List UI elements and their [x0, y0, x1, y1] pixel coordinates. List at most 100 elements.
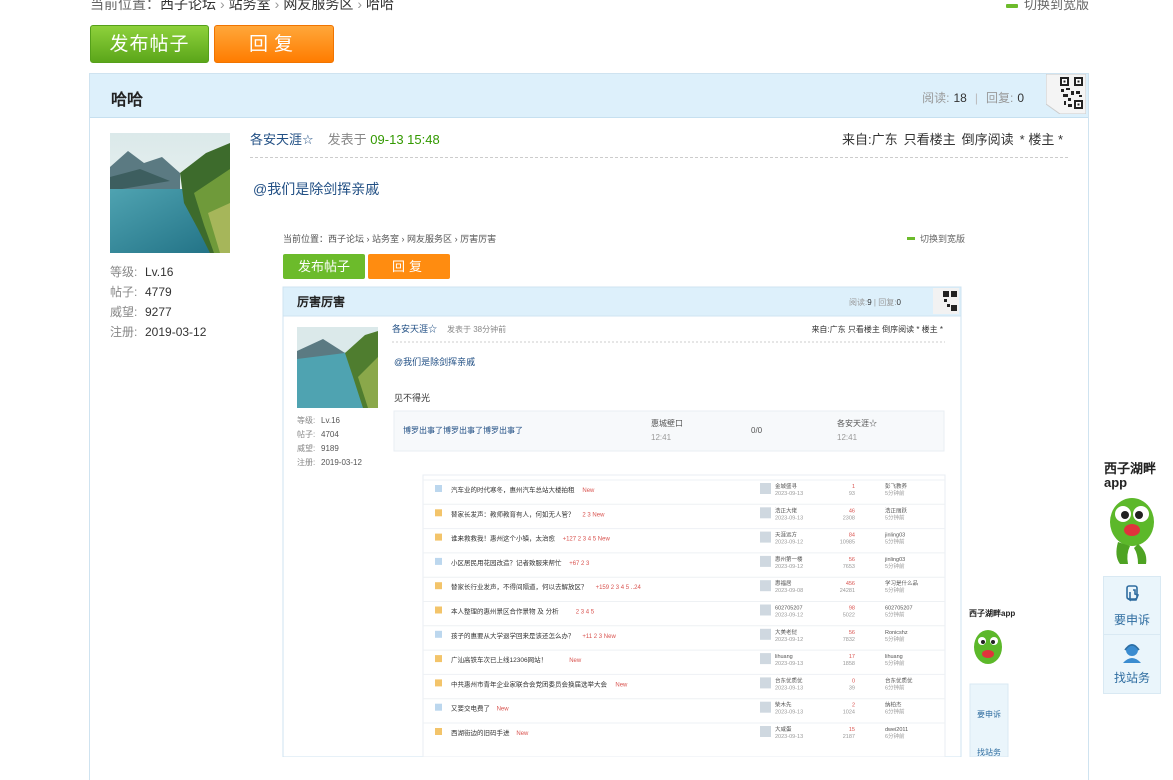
- list-row-views: 7832: [843, 637, 855, 643]
- list-row-title: 西湖街边的旧码手进: [451, 728, 510, 737]
- list-row-date: 2023-09-13: [775, 515, 803, 521]
- list-row-meta: New: [582, 488, 595, 494]
- list-row-replies: 456: [846, 581, 855, 587]
- list-row-date: 2023-09-12: [775, 540, 803, 546]
- prestige-label: 威望:: [110, 305, 138, 319]
- list-row-avatar: [760, 653, 771, 665]
- embedded-quote-author: 惠城壁口: [651, 418, 683, 428]
- post-author-link[interactable]: 各安天涯☆: [250, 132, 314, 147]
- breadcrumb-item-forum[interactable]: 西子论坛: [160, 0, 216, 12]
- post-options: 来自:广东 只看楼主 倒序阅读 * 楼主 *: [836, 129, 1063, 148]
- folder-icon: [435, 655, 442, 663]
- embedded-reply-button: 回复: [392, 259, 426, 274]
- list-row-title: 广汕高铁车次已上线12306网站！: [451, 655, 547, 664]
- prestige-value: 9277: [145, 305, 172, 319]
- embedded-breadcrumb: 当前位置：西子论坛 › 站务室 › 网友服务区 › 厉害厉害: [283, 233, 496, 244]
- list-row-meta: +127 2 3 4 5 New: [563, 537, 611, 543]
- list-row-user: 大咸蛋: [775, 725, 792, 733]
- embedded-quote-last: 各安天涯☆: [837, 418, 877, 428]
- thread-header: 哈哈 阅读: 18 | 回复: 0: [90, 74, 1088, 118]
- list-row-date: 2023-09-13: [775, 685, 803, 691]
- embedded-post-button: 发布帖子: [298, 259, 350, 274]
- post-thread-button[interactable]: 发布帖子: [90, 25, 209, 63]
- list-row-views: 93: [849, 491, 855, 497]
- embedded-toggle-wide: 切换到宽版: [920, 233, 965, 244]
- list-row-replies: 15: [849, 727, 855, 733]
- read-count: 18: [953, 91, 967, 105]
- list-row-views: 1024: [843, 710, 855, 716]
- registered-value: 2019-03-12: [145, 325, 207, 339]
- posted-label: 发表于: [327, 132, 367, 147]
- user-avatar[interactable]: [110, 133, 230, 253]
- list-row-ago: 5分钟前: [885, 538, 905, 546]
- breadcrumb-item-service[interactable]: 网友服务区: [283, 0, 353, 12]
- floor-label: * 楼主 *: [1019, 132, 1063, 147]
- list-row-views: 5022: [843, 613, 855, 619]
- qr-code-icon[interactable]: [1046, 74, 1086, 114]
- list-row-last-user: 彭飞教养: [885, 482, 908, 490]
- posts-label: 帖子:: [110, 285, 138, 299]
- list-row-avatar: [760, 483, 771, 494]
- toggle-wide-link[interactable]: 切换到宽版: [1005, 0, 1089, 13]
- list-row-ago: 5分钟前: [885, 489, 905, 497]
- chevron-right-icon: ›: [274, 0, 280, 12]
- list-row-title: 本人整理的惠州景区合作景物 及 分析: [451, 607, 559, 616]
- reply-label: 回复:: [985, 91, 1014, 105]
- list-row-title: 中共惠州市青年企业家联合会党团委员会换届选举大会: [451, 679, 608, 688]
- list-row-last-user: 台东优质优: [885, 676, 913, 684]
- list-row-meta: +159 2 3 4 5 ..24: [596, 585, 642, 591]
- list-row-replies: 0: [852, 678, 855, 684]
- list-row-title: 汽车业的时代寒冬，惠州汽车总站大楼拍租: [451, 485, 575, 494]
- folder-icon: [435, 485, 442, 492]
- list-row-meta: +67 2 3: [569, 561, 590, 567]
- list-row-title: 谁来救救我！惠州这个小镇，太治愈: [451, 534, 556, 543]
- breadcrumb-item-station[interactable]: 站务室: [229, 0, 271, 12]
- embedded-quote-time: 12:41: [651, 433, 672, 442]
- list-row-views: 24281: [840, 588, 855, 594]
- side-app-banner[interactable]: 西子湖畔app: [1104, 462, 1160, 568]
- list-row-title: 小区居民用花园改造？记者致服来帮忙: [451, 558, 562, 567]
- folder-icon: [435, 703, 442, 711]
- list-row-ago: 5分钟前: [885, 562, 905, 570]
- appeal-button[interactable]: 要申诉: [1104, 577, 1160, 635]
- only-author-link[interactable]: 只看楼主: [904, 132, 956, 147]
- folder-icon: [435, 557, 442, 565]
- thread-title: 哈哈: [111, 92, 144, 109]
- embedded-stats: 阅读:9 | 回复:0: [849, 297, 901, 307]
- hand-click-icon: [1126, 585, 1140, 602]
- list-row-ago: 6分钟前: [885, 683, 905, 691]
- list-row-last-user: Ronicshz: [885, 630, 908, 636]
- embedded-screenshot-image: 当前位置：西子论坛 › 站务室 › 网友服务区 › 厉害厉害 切换到宽版 发布帖…: [253, 227, 1067, 757]
- toggle-wide-label: 切换到宽版: [1023, 0, 1089, 12]
- side-tools: 要申诉 找站务: [1103, 576, 1161, 694]
- list-row-ago: 5分钟前: [885, 611, 905, 619]
- list-row-user: lihuang: [775, 654, 793, 660]
- chevron-right-icon: ›: [220, 0, 225, 12]
- reverse-order-link[interactable]: 倒序阅读: [962, 132, 1014, 147]
- chevron-right-icon: ›: [357, 0, 363, 12]
- list-row-user: 惠州第一楼: [775, 555, 803, 563]
- folder-icon: [435, 728, 442, 735]
- list-row-date: 2023-09-12: [775, 564, 803, 570]
- list-row-ago: 5分钟前: [885, 586, 905, 594]
- list-row-meta: 2 3 4 5: [576, 610, 595, 616]
- list-row-user: 柴木先: [775, 701, 792, 709]
- list-row-user: 天涯远方: [775, 531, 798, 539]
- list-row-user: 惠福居: [775, 579, 792, 587]
- list-row-views: 2308: [843, 515, 855, 521]
- post-meta: 各安天涯☆ 发表于 09-13 15:48: [250, 129, 440, 148]
- embedded-tool-2: 找站务: [977, 747, 1001, 757]
- list-row-avatar: [760, 531, 771, 543]
- user-info: 等级: Lv.16 帖子: 4779 威望: 9277 注册: 2019-03-12: [110, 262, 206, 342]
- post-time: 09-13 15:48: [370, 132, 440, 147]
- folder-icon: [435, 630, 442, 638]
- reply-button[interactable]: 回复: [214, 25, 334, 63]
- list-row-replies: 1: [852, 484, 855, 490]
- list-row-date: 2023-09-12: [775, 613, 803, 619]
- admin-user-icon: [1123, 644, 1141, 663]
- list-row-replies: 46: [849, 508, 855, 514]
- find-admin-label: 找站务: [1113, 671, 1150, 685]
- post-mention[interactable]: @我们是除剑挥亲戚: [253, 179, 379, 199]
- find-admin-button[interactable]: 找站务: [1104, 635, 1160, 693]
- list-row-last-user: jinling03: [884, 533, 905, 539]
